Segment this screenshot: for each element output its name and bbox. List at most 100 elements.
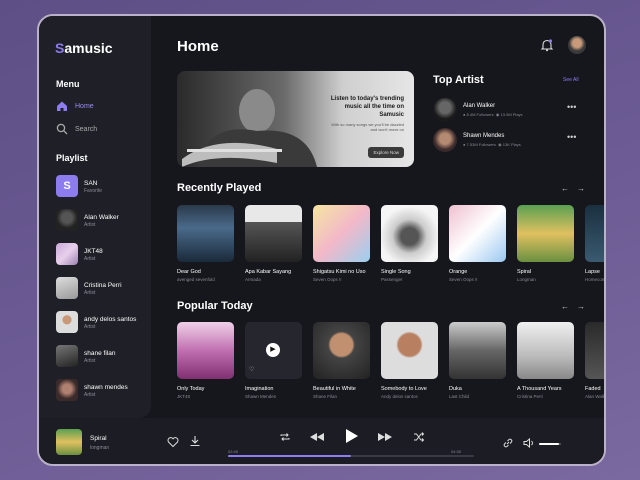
user-icon: ●	[463, 142, 466, 147]
fast-forward-icon[interactable]	[377, 431, 393, 443]
recently-played-heading: Recently Played	[177, 182, 262, 194]
volume-slider[interactable]	[539, 443, 561, 445]
song-card[interactable]: Single Song Passenger	[381, 205, 438, 282]
rewind-icon[interactable]	[309, 431, 325, 443]
elapsed-time: 02:45	[228, 449, 239, 454]
progress-fill	[228, 455, 351, 457]
album-cover: ▶ ♡	[245, 322, 302, 379]
playlist-item-shane-filan[interactable]: shane filan Artist	[56, 345, 115, 367]
song-card[interactable]: Orange Seven Oops !!	[449, 205, 506, 282]
popular-today-heading: Popular Today	[177, 300, 253, 312]
progress-bar[interactable]	[228, 455, 474, 457]
more-options-icon[interactable]: •••	[567, 102, 576, 112]
player-bar: Spiral longman 02:45 04:30	[39, 418, 604, 464]
download-icon[interactable]	[189, 435, 201, 447]
headphones-icon: ◉	[498, 142, 502, 147]
album-cover	[585, 205, 604, 262]
song-card[interactable]: Shigatsu Kimi no Uso Seven Oops !!	[313, 205, 370, 282]
headphones-icon: ◉	[495, 112, 500, 117]
explore-now-button[interactable]: Explore Now	[368, 147, 404, 158]
see-all-link[interactable]: See All	[563, 77, 579, 83]
song-card[interactable]: Spiral Longman	[517, 205, 574, 282]
artist-photo	[56, 311, 78, 333]
play-icon[interactable]	[345, 428, 359, 444]
playlist-heading: Playlist	[56, 153, 88, 163]
shuffle-icon[interactable]	[413, 431, 425, 443]
hero-headline: Listen to today's trending music all the…	[330, 96, 404, 118]
arrow-left-icon[interactable]: ←	[561, 184, 569, 193]
playlist-item-shawn-mendes[interactable]: shawn mendes Artist	[56, 379, 128, 401]
artist-photo	[56, 209, 78, 231]
album-cover	[177, 205, 234, 262]
arrow-left-icon[interactable]: ←	[561, 302, 569, 311]
arrow-right-icon[interactable]: →	[577, 302, 585, 311]
page-title: Home	[177, 38, 219, 55]
song-card[interactable]: ▶ ♡ Imagination Shawn Mendes	[245, 322, 302, 399]
repeat-icon[interactable]	[279, 431, 291, 443]
nav-item-home[interactable]: Home	[56, 100, 94, 112]
search-icon	[56, 123, 68, 135]
playlist-item-andy-delos-santos[interactable]: andy delos santos Artist	[56, 311, 136, 333]
artist-photo	[56, 277, 78, 299]
sidebar: Samusic Menu Home Search Playlist S SAN F…	[39, 16, 151, 418]
song-card[interactable]: Faded Alan Walker	[585, 322, 604, 399]
album-cover	[313, 322, 370, 379]
volume-icon[interactable]	[523, 437, 535, 449]
artist-photo	[56, 379, 78, 401]
album-cover	[381, 322, 438, 379]
home-icon	[57, 101, 67, 111]
album-cover	[449, 322, 506, 379]
more-options-icon[interactable]: •••	[567, 132, 576, 142]
song-card[interactable]: Dear God avenged sevenfold	[177, 205, 234, 282]
song-card[interactable]: Only Today JKT48	[177, 322, 234, 399]
nav-label: Home	[75, 102, 94, 110]
album-cover	[313, 205, 370, 262]
artist-photo	[56, 243, 78, 265]
nav-label: Search	[75, 125, 98, 133]
album-cover	[585, 322, 604, 379]
song-card[interactable]: Apa Kabar Sayang Armada	[245, 205, 302, 282]
volume-fill	[539, 443, 559, 445]
now-playing-title: Spiral	[90, 435, 107, 442]
album-cover	[517, 322, 574, 379]
hero-artist-image	[182, 89, 317, 167]
artist-photo	[433, 98, 457, 122]
user-icon: ●	[463, 112, 466, 117]
song-card[interactable]: Duka Last Child	[449, 322, 506, 399]
bell-icon[interactable]	[540, 38, 554, 52]
link-icon[interactable]	[502, 437, 514, 449]
album-cover	[381, 205, 438, 262]
playlist-item-san[interactable]: S SAN Favorite	[56, 175, 102, 197]
app-window: Samusic Menu Home Search Playlist S SAN F…	[37, 14, 606, 466]
artist-photo	[433, 128, 457, 152]
playlist-cover: S	[56, 175, 78, 197]
playlist-item-alan-walker[interactable]: Alan Walker Artist	[56, 209, 119, 231]
play-icon[interactable]: ▶	[266, 343, 280, 357]
song-card[interactable]: Beautiful in White Shane Filan	[313, 322, 370, 399]
album-cover	[449, 205, 506, 262]
album-cover	[517, 205, 574, 262]
top-artist-row[interactable]: Alan Walker ● 8.4M Followers ◉ 13.9M Pla…	[433, 98, 583, 122]
album-cover	[177, 322, 234, 379]
app-logo[interactable]: Samusic	[55, 40, 113, 56]
playlist-item-cristina-perri[interactable]: Cristina Perri Artist	[56, 277, 122, 299]
now-playing-cover	[56, 429, 82, 455]
hero-banner: Listen to today's trending music all the…	[177, 71, 414, 167]
song-card[interactable]: A Thousand Years Cristina Perri	[517, 322, 574, 399]
avatar[interactable]	[568, 36, 586, 54]
album-cover	[245, 205, 302, 262]
menu-heading: Menu	[56, 79, 80, 89]
artist-photo	[56, 345, 78, 367]
heart-icon[interactable]: ♡	[249, 366, 254, 373]
arrow-right-icon[interactable]: →	[577, 184, 585, 193]
heart-icon[interactable]	[167, 436, 179, 448]
top-artist-row[interactable]: Shawn Mendes ● 7.53M Followers ◉ 13K Pla…	[433, 128, 583, 152]
playlist-item-jkt48[interactable]: JKT48 Artist	[56, 243, 103, 265]
main-content: Home Listen to today's trending music al…	[151, 16, 604, 418]
top-artist-heading: Top Artist	[433, 74, 484, 86]
song-card[interactable]: Lapse Homecoming	[585, 205, 604, 282]
hero-subtext: With so many songs we you'll be dazzled …	[331, 122, 404, 132]
total-time: 04:30	[451, 449, 462, 454]
song-card[interactable]: Somebody to Love Andy delos santos	[381, 322, 438, 399]
nav-item-search[interactable]: Search	[56, 123, 97, 135]
